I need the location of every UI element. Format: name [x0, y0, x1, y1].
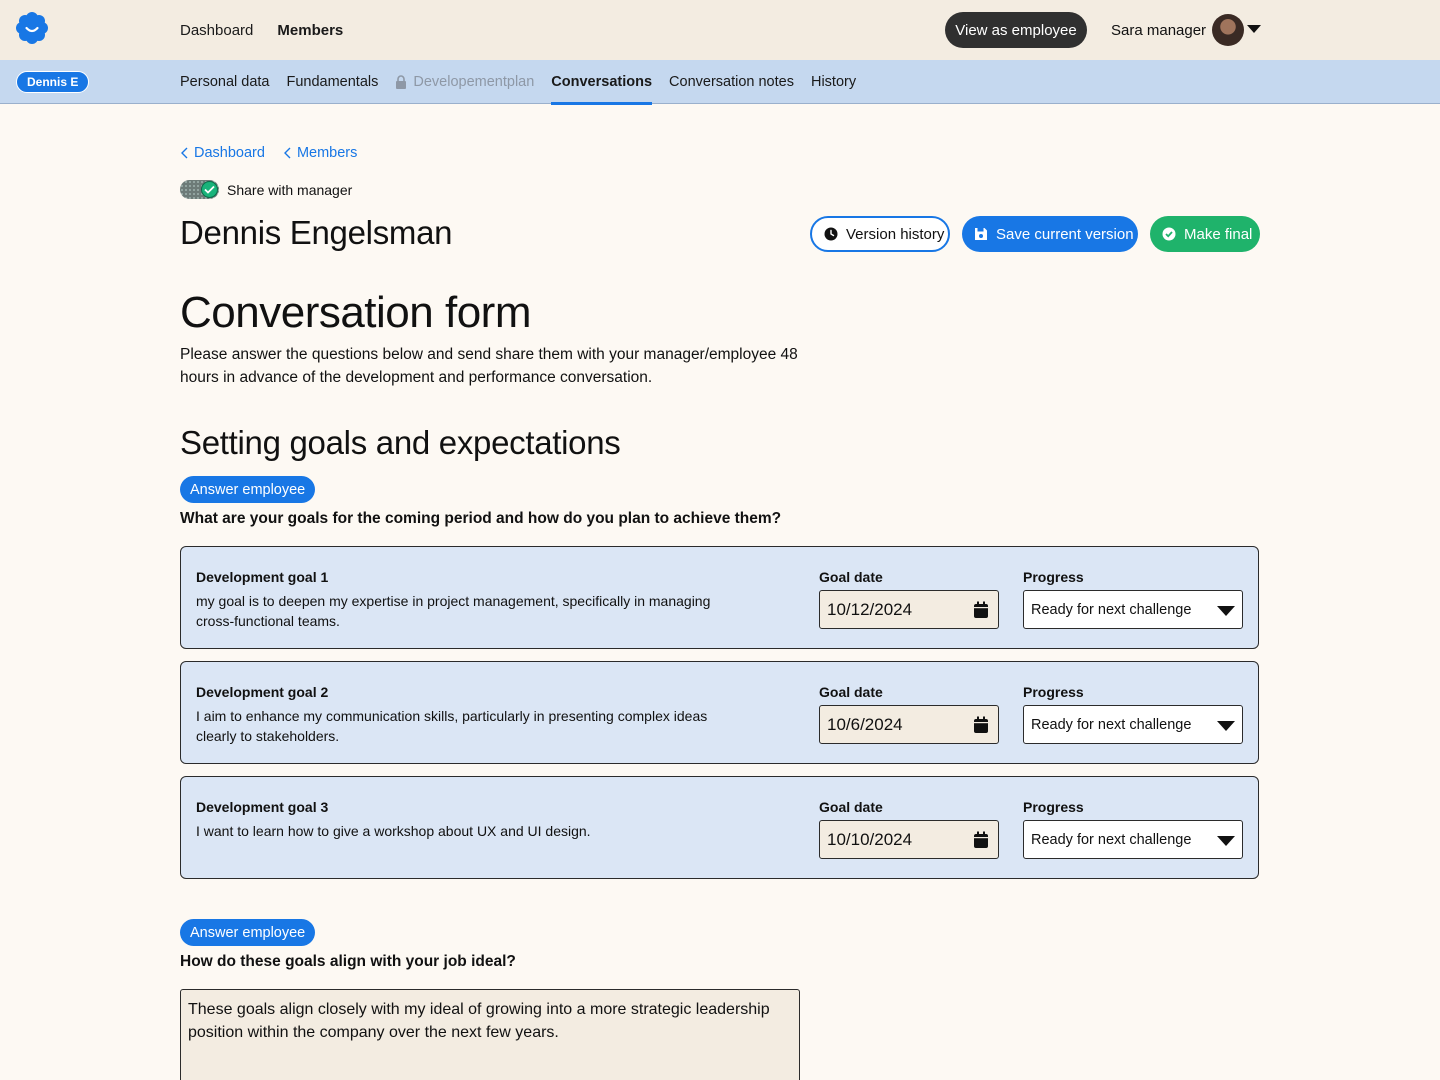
member-tabs: Personal data Fundamentals Developementp… — [180, 60, 856, 105]
progress-value: Ready for next challenge — [1031, 601, 1192, 618]
member-subnav: Dennis E Personal data Fundamentals Deve… — [0, 60, 1440, 105]
goal-date-label: Goal date — [819, 684, 883, 700]
goal-date-label: Goal date — [819, 799, 883, 815]
job-ideal-answer-textarea[interactable]: These goals align closely with my ideal … — [180, 989, 800, 1080]
question-job-ideal: How do these goals align with your job i… — [180, 953, 516, 970]
goal-date-label: Goal date — [819, 569, 883, 585]
progress-value: Ready for next challenge — [1031, 831, 1192, 848]
share-with-manager-label: Share with manager — [227, 181, 353, 198]
progress-label: Progress — [1023, 799, 1084, 815]
top-bar: Dashboard Members View as employee Sara … — [0, 0, 1440, 60]
save-current-version-button[interactable]: Save current version — [962, 216, 1138, 252]
goal-text: my goal is to deepen my expertise in pro… — [196, 593, 711, 629]
version-history-label: Version history — [846, 225, 945, 243]
section-title: Setting goals and expectations — [180, 424, 621, 461]
view-as-employee-button[interactable]: View as employee — [945, 12, 1087, 48]
version-history-button[interactable]: Version history — [810, 216, 950, 252]
form-title: Conversation form — [180, 288, 531, 337]
tab-fundamentals[interactable]: Fundamentals — [286, 60, 378, 104]
progress-label: Progress — [1023, 684, 1084, 700]
progress-value: Ready for next challenge — [1031, 716, 1192, 733]
goal-date-value: 10/12/2024 — [827, 599, 913, 619]
lock-icon — [396, 75, 407, 89]
breadcrumb: Dashboard Members — [180, 145, 357, 161]
floppy-disk-icon — [975, 228, 987, 240]
flower-logo-icon[interactable] — [16, 12, 48, 44]
user-name[interactable]: Sara manager — [1111, 0, 1206, 60]
check-icon — [204, 185, 215, 194]
tab-conversation-notes[interactable]: Conversation notes — [669, 60, 794, 104]
breadcrumb-members-label: Members — [296, 145, 358, 161]
goal-name: Development goal 1 — [196, 569, 329, 585]
toggle-knob — [201, 181, 218, 198]
calendar-icon[interactable] — [973, 716, 989, 734]
chevron-left-icon — [181, 147, 188, 159]
chevron-down-icon[interactable] — [1247, 24, 1261, 34]
avatar[interactable] — [1212, 14, 1244, 46]
save-current-version-label: Save current version — [996, 225, 1134, 243]
tab-developementplan: Developementplan — [395, 60, 534, 104]
make-final-label: Make final — [1184, 225, 1253, 243]
nav-members[interactable]: Members — [277, 22, 343, 39]
goal-text: I aim to enhance my communication skills… — [196, 708, 708, 744]
tab-history[interactable]: History — [811, 60, 856, 104]
goal-card-1: Development goal 1 my goal is to deepen … — [180, 546, 1259, 649]
question-goals: What are your goals for the coming perio… — [180, 510, 782, 527]
goal-date-input[interactable]: 10/12/2024 — [819, 590, 999, 629]
chevron-down-icon — [1217, 606, 1235, 616]
breadcrumb-dashboard-label: Dashboard — [194, 145, 265, 161]
calendar-icon[interactable] — [973, 831, 989, 849]
progress-select[interactable]: Ready for next challenge — [1023, 820, 1243, 859]
chevron-down-icon — [1217, 721, 1235, 731]
calendar-icon[interactable] — [973, 601, 989, 619]
tab-conversations[interactable]: Conversations — [551, 60, 652, 105]
answer-employee-badge: Answer employee — [180, 919, 316, 946]
main-nav: Dashboard Members — [180, 0, 343, 60]
goal-date-value: 10/10/2024 — [827, 829, 913, 849]
tab-personal-data[interactable]: Personal data — [180, 60, 269, 104]
chevron-down-icon — [1217, 836, 1235, 846]
goal-name: Development goal 3 — [196, 799, 329, 815]
answer-employee-badge: Answer employee — [180, 476, 316, 503]
breadcrumb-members[interactable]: Members — [283, 145, 357, 161]
tab-developementplan-label: Developementplan — [413, 74, 535, 90]
form-description: Please answer the questions below and se… — [180, 346, 798, 386]
check-circle-icon — [1162, 227, 1176, 241]
share-with-manager-toggle[interactable] — [180, 180, 219, 199]
share-with-manager-row: Share with manager — [180, 180, 352, 199]
breadcrumb-dashboard[interactable]: Dashboard — [180, 145, 265, 161]
goal-card-3: Development goal 3 I want to learn how t… — [180, 776, 1259, 879]
nav-dashboard[interactable]: Dashboard — [180, 22, 253, 39]
goal-date-value: 10/6/2024 — [827, 714, 903, 734]
progress-label: Progress — [1023, 569, 1084, 585]
goal-card-2: Development goal 2 I aim to enhance my c… — [180, 661, 1259, 764]
make-final-button[interactable]: Make final — [1150, 216, 1260, 252]
goal-date-input[interactable]: 10/6/2024 — [819, 705, 999, 744]
goal-name: Development goal 2 — [196, 684, 329, 700]
selected-member-badge[interactable]: Dennis E — [16, 71, 90, 93]
goal-date-input[interactable]: 10/10/2024 — [819, 820, 999, 859]
chevron-left-icon — [283, 147, 291, 159]
clock-icon — [824, 227, 838, 241]
progress-select[interactable]: Ready for next challenge — [1023, 705, 1243, 744]
goal-text: I want to learn how to give a workshop a… — [196, 823, 591, 839]
member-name: Dennis Engelsman — [180, 214, 453, 251]
progress-select[interactable]: Ready for next challenge — [1023, 590, 1243, 629]
